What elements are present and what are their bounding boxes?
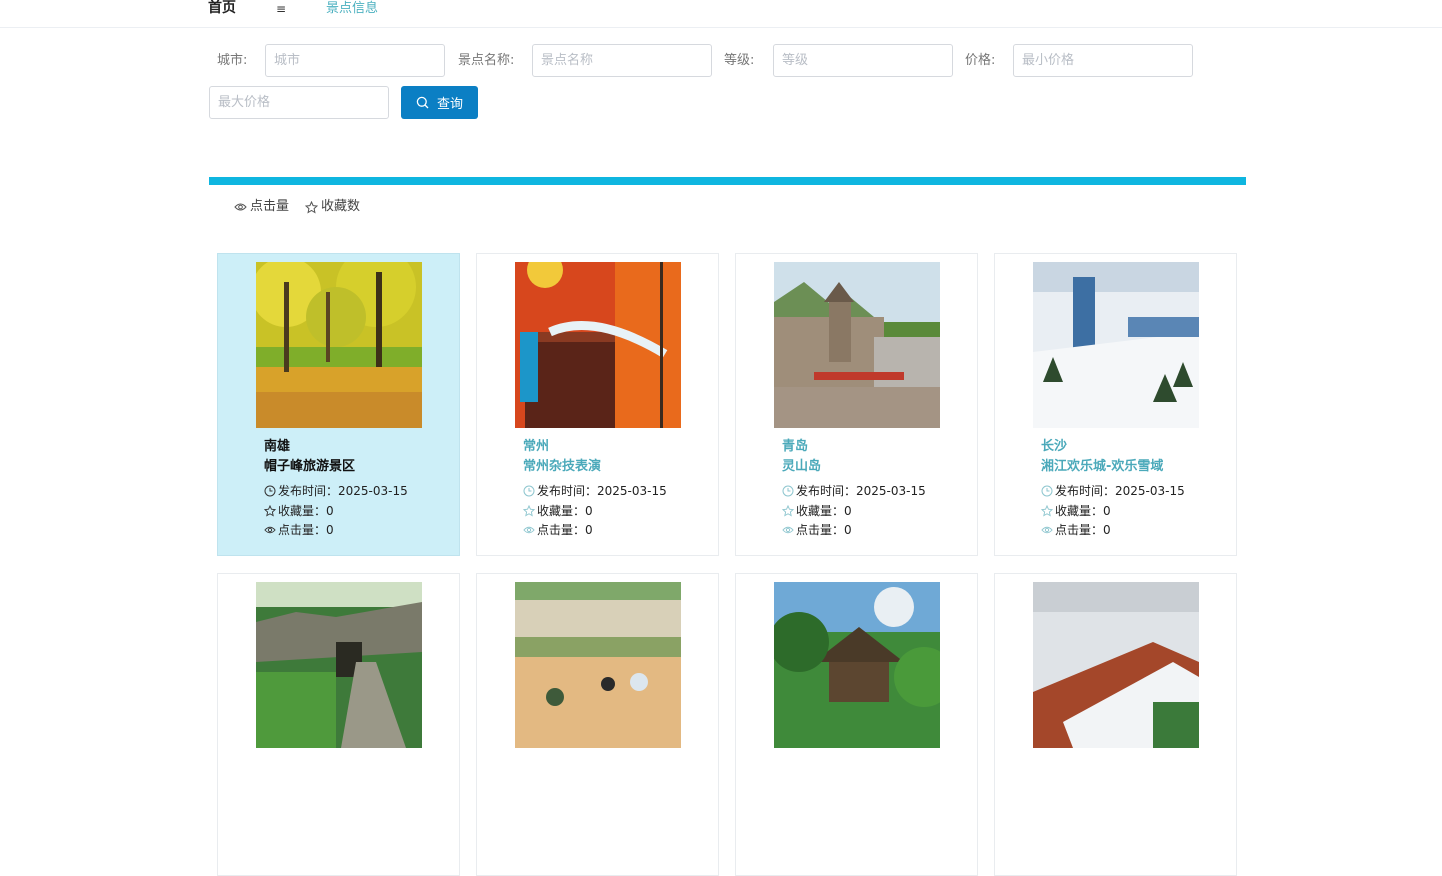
search-button-label: 查询 [436,97,463,112]
card-clicks: 点击量：0 [523,522,593,538]
spot-card[interactable]: 长沙 湘江欢乐城-欢乐雪域 发布时间：2025-03-15 收藏量：0 点击量：… [994,253,1237,556]
city-label: 城市: [217,53,248,68]
spot-image[interactable] [256,262,422,428]
search-button[interactable]: 查询 [401,86,478,119]
card-publish-time: 发布时间：2025-03-15 [264,483,408,499]
spot-card[interactable] [217,573,460,876]
city-input[interactable] [265,44,445,77]
card-spot-name[interactable]: 常州杂技表演 [523,458,601,475]
spot-name-label: 景点名称: [458,53,515,68]
card-clicks-text: 点击量：0 [278,523,334,537]
clock-icon [264,485,276,497]
eye-icon [234,203,247,211]
spot-card[interactable]: 青岛 灵山岛 发布时间：2025-03-15 收藏量：0 点击量：0 [735,253,978,556]
card-favorites-text: 收藏量：0 [278,504,334,518]
nav-spot-info-link[interactable]: 景点信息 [326,0,378,17]
card-publish-time: 发布时间：2025-03-15 [1041,483,1185,499]
card-clicks: 点击量：0 [1041,522,1111,538]
card-spot-name[interactable]: 灵山岛 [782,458,821,475]
card-favorites: 收藏量：0 [782,503,852,519]
card-publish-time: 发布时间：2025-03-15 [782,483,926,499]
card-favorites: 收藏量：0 [1041,503,1111,519]
max-price-input[interactable] [209,86,389,119]
sort-by-favorites[interactable]: 收藏数 [305,199,360,215]
card-publish-text: 发布时间：2025-03-15 [537,484,667,498]
card-city: 长沙 [1041,439,1068,454]
eye-icon [782,526,794,534]
spot-image[interactable] [256,582,422,748]
eye-icon [264,526,276,534]
star-icon [1041,505,1053,517]
card-city: 常州 [523,439,550,454]
card-clicks-text: 点击量：0 [1055,523,1111,537]
card-favorites: 收藏量：0 [523,503,593,519]
level-input[interactable] [773,44,953,77]
eye-icon [1041,526,1053,534]
card-publish-text: 发布时间：2025-03-15 [796,484,926,498]
clock-icon [523,485,535,497]
menu-icon[interactable]: ≡ [276,1,286,17]
star-icon [264,505,276,517]
spot-image[interactable] [515,582,681,748]
min-price-input[interactable] [1013,44,1193,77]
card-spot-name[interactable]: 帽子峰旅游景区 [264,458,355,475]
spot-image[interactable] [515,262,681,428]
card-clicks-text: 点击量：0 [537,523,593,537]
spot-image[interactable] [1033,262,1199,428]
spot-image[interactable] [1033,582,1199,748]
spot-card[interactable] [735,573,978,876]
eye-icon [523,526,535,534]
card-favorites-text: 收藏量：0 [537,504,593,518]
spot-name-input[interactable] [532,44,712,77]
star-icon [305,200,318,214]
price-label: 价格: [965,53,996,68]
card-publish-text: 发布时间：2025-03-15 [1055,484,1185,498]
clock-icon [782,485,794,497]
spot-card[interactable] [476,573,719,876]
card-clicks: 点击量：0 [264,522,334,538]
sort-by-clicks[interactable]: 点击量 [234,199,289,215]
star-icon [523,505,535,517]
card-publish-time: 发布时间：2025-03-15 [523,483,667,499]
card-city: 青岛 [782,439,809,454]
spot-image[interactable] [774,582,940,748]
level-label: 等级: [724,53,755,68]
card-city: 南雄 [264,439,291,454]
card-favorites-text: 收藏量：0 [796,504,852,518]
card-spot-name[interactable]: 湘江欢乐城-欢乐雪域 [1041,458,1163,475]
top-nav: 首页 ≡ 景点信息 [0,0,1442,28]
card-publish-text: 发布时间：2025-03-15 [278,484,408,498]
star-icon [782,505,794,517]
spot-image[interactable] [774,262,940,428]
spot-card[interactable]: 南雄 帽子峰旅游景区 发布时间：2025-03-15 收藏量：0 点击量：0 [217,253,460,556]
card-clicks: 点击量：0 [782,522,852,538]
section-divider-bar [209,177,1246,185]
spot-card[interactable]: 常州 常州杂技表演 发布时间：2025-03-15 收藏量：0 点击量：0 [476,253,719,556]
nav-home-link[interactable]: 首页 [208,0,236,17]
card-favorites-text: 收藏量：0 [1055,504,1111,518]
sort-clicks-label: 点击量 [250,199,290,214]
clock-icon [1041,485,1053,497]
spot-card[interactable] [994,573,1237,876]
search-icon [416,96,429,109]
sort-favorites-label: 收藏数 [321,199,361,214]
card-clicks-text: 点击量：0 [796,523,852,537]
card-favorites: 收藏量：0 [264,503,334,519]
